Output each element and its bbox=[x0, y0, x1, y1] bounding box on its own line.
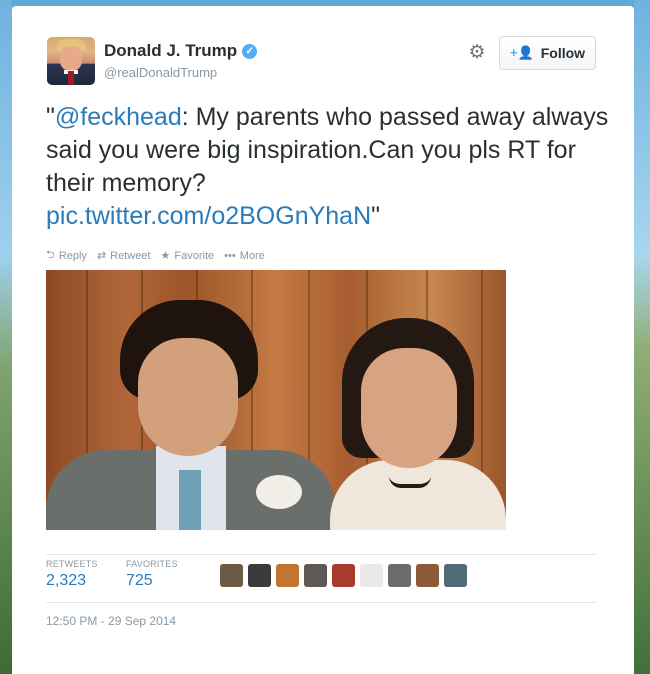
stats-divider-bottom bbox=[46, 602, 596, 603]
favoriter-avatar[interactable] bbox=[360, 564, 383, 587]
favoriter-avatar[interactable] bbox=[416, 564, 439, 587]
more-action[interactable]: ••• More bbox=[224, 250, 265, 262]
man-face bbox=[138, 338, 238, 456]
stats-divider-top bbox=[46, 554, 596, 555]
gear-icon[interactable]: ⚙ bbox=[467, 43, 487, 63]
favoriter-avatar[interactable] bbox=[276, 564, 299, 587]
reply-icon: ⮌ bbox=[46, 249, 55, 261]
author-handle[interactable]: @realDonaldTrump bbox=[104, 65, 217, 80]
retweets-count: 2,323 bbox=[46, 572, 87, 589]
author-display-name[interactable]: Donald J. Trump bbox=[104, 41, 237, 61]
boutonniere bbox=[256, 475, 302, 509]
favorites-label: FAVORITES bbox=[126, 559, 178, 569]
more-icon: ••• bbox=[224, 249, 236, 262]
follow-button[interactable]: +👤 Follow bbox=[499, 36, 596, 70]
tweet-actions: ⮌ Reply ⇄ Retweet ★ Favorite ••• More bbox=[46, 246, 265, 265]
woman-necklace bbox=[389, 476, 431, 488]
favorite-label: Favorite bbox=[174, 249, 215, 262]
favoriter-avatar[interactable] bbox=[248, 564, 271, 587]
retweets-label: RETWEETS bbox=[46, 559, 98, 569]
favoriter-avatar[interactable] bbox=[220, 564, 243, 587]
favorited-by-avatars bbox=[220, 564, 467, 587]
avatar-tie bbox=[68, 71, 74, 85]
avatar[interactable] bbox=[47, 37, 95, 85]
follow-label: Follow bbox=[540, 45, 586, 61]
favoriter-avatar[interactable] bbox=[444, 564, 467, 587]
tweet-card: Donald J. Trump ✓ @realDonaldTrump ⚙ +👤 … bbox=[12, 6, 634, 674]
retweet-label: Retweet bbox=[110, 249, 151, 262]
avatar-face bbox=[60, 47, 82, 71]
author-name-row[interactable]: Donald J. Trump ✓ bbox=[104, 41, 258, 61]
tweet-timestamp[interactable]: 12:50 PM - 29 Sep 2014 bbox=[46, 614, 176, 628]
media-link[interactable]: pic.twitter.com/o2BOGnYhaN bbox=[46, 202, 371, 230]
favorites-count: 725 bbox=[126, 572, 153, 589]
background-left bbox=[0, 0, 12, 674]
reply-label: Reply bbox=[58, 249, 87, 262]
retweet-action[interactable]: ⇄ Retweet bbox=[96, 249, 151, 263]
favoriter-avatar[interactable] bbox=[304, 564, 327, 587]
favorite-stat[interactable]: FAVORITES 725 bbox=[126, 559, 178, 590]
favorite-action[interactable]: ★ Favorite bbox=[160, 249, 215, 263]
tweet-photo[interactable] bbox=[46, 270, 506, 530]
man-tie bbox=[179, 470, 201, 530]
more-label: More bbox=[239, 249, 265, 262]
retweet-icon: ⇄ bbox=[96, 250, 107, 262]
background-right bbox=[634, 0, 650, 674]
open-quote: " bbox=[46, 103, 55, 131]
favoriter-avatar[interactable] bbox=[388, 564, 411, 587]
retweet-stat[interactable]: RETWEETS 2,323 bbox=[46, 559, 98, 590]
verified-badge-icon: ✓ bbox=[242, 43, 258, 59]
close-quote: " bbox=[371, 202, 381, 230]
tweet-text: "@feckhead: My parents who passed away a… bbox=[46, 101, 616, 233]
add-user-icon: +👤 bbox=[509, 45, 534, 60]
woman-face bbox=[361, 348, 457, 468]
reply-action[interactable]: ⮌ Reply bbox=[46, 246, 87, 265]
woman-blouse bbox=[330, 460, 506, 530]
star-icon: ★ bbox=[160, 250, 171, 262]
mention-link[interactable]: @feckhead bbox=[55, 103, 182, 131]
favoriter-avatar[interactable] bbox=[332, 564, 355, 587]
